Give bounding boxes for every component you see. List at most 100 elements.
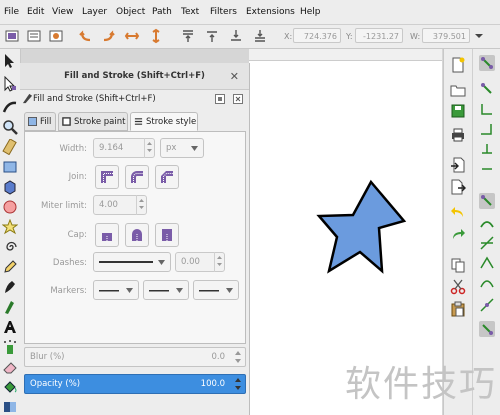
fill-stroke-icon (22, 93, 33, 104)
import-icon[interactable] (450, 157, 466, 173)
chevron-down-icon[interactable] (474, 28, 484, 44)
menu-help[interactable]: Help (300, 7, 321, 17)
width-field[interactable]: 9.164 (93, 138, 155, 158)
lower-to-bottom-icon[interactable] (252, 28, 268, 44)
flip-vertical-icon[interactable] (148, 28, 164, 44)
stroke-paint-icon (62, 117, 71, 126)
snap-cusp-nodes-icon[interactable] (479, 255, 495, 271)
solid-line-preview (99, 261, 153, 263)
spinner-arrows-icon[interactable] (234, 350, 242, 364)
paint-bucket-tool-icon[interactable] (2, 379, 18, 395)
miter-limit-label: Miter limit: (40, 201, 87, 211)
snap-bbox-midpoints-icon[interactable] (479, 141, 495, 157)
menu-extensions[interactable]: Extensions (246, 7, 295, 17)
redo-icon[interactable] (450, 227, 466, 243)
menu-text[interactable]: Text (181, 7, 199, 17)
measure-tool-icon[interactable] (2, 139, 18, 155)
select-all-layers-icon[interactable] (26, 28, 42, 44)
unit-select[interactable]: px (160, 138, 204, 158)
chevron-down-icon (191, 146, 198, 151)
select-all-icon[interactable] (4, 28, 20, 44)
spiral-tool-icon[interactable] (2, 239, 18, 255)
tab-fill[interactable]: Fill (24, 112, 56, 131)
width-spinner[interactable] (144, 138, 154, 158)
open-document-icon[interactable] (450, 82, 466, 98)
rectangle-tool-icon[interactable] (2, 159, 18, 175)
gradient-tool-icon[interactable] (2, 399, 18, 415)
spinner-arrows-icon[interactable] (234, 377, 242, 391)
snap-bbox-corners-icon[interactable] (479, 121, 495, 137)
ellipse-tool-icon[interactable] (2, 199, 18, 215)
rotate-ccw-icon[interactable] (78, 28, 94, 44)
spray-tool-icon[interactable] (2, 339, 18, 355)
calligraphy-tool-icon[interactable] (2, 299, 18, 315)
export-icon[interactable] (450, 179, 466, 195)
dash-pattern-select[interactable] (93, 252, 171, 272)
miter-limit-field[interactable]: 4.00 (93, 195, 147, 215)
3d-box-tool-icon[interactable] (2, 179, 18, 195)
join-round-button[interactable] (125, 165, 149, 189)
cap-round-button[interactable] (125, 223, 149, 247)
paste-icon[interactable] (450, 301, 466, 317)
opacity-slider[interactable]: Opacity (%) 100.0 (24, 374, 246, 394)
zoom-tool-icon[interactable] (2, 119, 18, 135)
close-icon[interactable]: ✕ (230, 70, 239, 83)
undo-icon[interactable] (450, 205, 466, 221)
eraser-tool-icon[interactable] (2, 359, 18, 375)
flip-horizontal-icon[interactable] (124, 28, 140, 44)
snap-intersections-icon[interactable] (479, 235, 495, 251)
text-tool-icon[interactable] (2, 319, 18, 335)
tweak-tool-icon[interactable] (2, 99, 18, 115)
y-field[interactable]: -1231.27 (355, 28, 403, 43)
miter-limit-spinner[interactable] (136, 195, 146, 215)
dash-offset-field[interactable]: 0.00 (175, 252, 225, 272)
raise-to-top-icon[interactable] (180, 28, 196, 44)
menu-file[interactable]: File (4, 7, 19, 17)
cap-square-button[interactable] (155, 223, 179, 247)
tab-stroke-paint[interactable]: Stroke paint (58, 112, 128, 131)
new-document-icon[interactable] (450, 57, 466, 73)
mid-marker-select[interactable] (143, 280, 189, 300)
dock-close-icon[interactable] (233, 94, 243, 104)
iconify-icon[interactable] (215, 94, 225, 104)
start-marker-select[interactable] (93, 280, 139, 300)
menu-layer[interactable]: Layer (82, 7, 107, 17)
blur-slider[interactable]: Blur (%) 0.0 (24, 347, 246, 367)
save-document-icon[interactable] (450, 103, 466, 119)
snap-nodes-icon[interactable] (479, 193, 495, 209)
menu-object[interactable]: Object (116, 7, 145, 17)
pen-tool-icon[interactable] (2, 279, 18, 295)
deselect-icon[interactable] (48, 28, 64, 44)
snap-midpoints-icon[interactable] (479, 297, 495, 313)
selector-tool-icon[interactable] (2, 53, 18, 69)
menu-view[interactable]: View (52, 7, 73, 17)
snap-paths-icon[interactable] (479, 215, 495, 231)
print-icon[interactable] (450, 127, 466, 143)
star-tool-icon[interactable] (2, 219, 18, 235)
menu-filters[interactable]: Filters (210, 7, 237, 17)
menu-edit[interactable]: Edit (27, 7, 44, 17)
snap-bbox-icon[interactable] (479, 81, 495, 97)
pencil-tool-icon[interactable] (2, 259, 18, 275)
rotate-cw-icon[interactable] (100, 28, 116, 44)
raise-icon[interactable] (204, 28, 220, 44)
lower-icon[interactable] (228, 28, 244, 44)
cut-icon[interactable] (450, 279, 466, 295)
end-marker-select[interactable] (193, 280, 239, 300)
snap-toggle-icon[interactable] (479, 55, 495, 71)
snap-page-icon[interactable] (479, 321, 495, 337)
snap-smooth-nodes-icon[interactable] (479, 275, 495, 291)
join-bevel-button[interactable] (155, 165, 179, 189)
snap-bbox-centers-icon[interactable] (479, 161, 495, 177)
w-field[interactable]: 379.501 (422, 28, 470, 43)
snap-bbox-edges-icon[interactable] (479, 101, 495, 117)
join-miter-button[interactable] (95, 165, 119, 189)
x-field[interactable]: 724.376 (293, 28, 341, 43)
tab-stroke-style[interactable]: Stroke style (130, 112, 198, 131)
cap-butt-button[interactable] (95, 223, 119, 247)
dash-offset-spinner[interactable] (214, 252, 224, 272)
markers-label: Markers: (50, 286, 87, 296)
node-tool-icon[interactable] (2, 76, 18, 92)
copy-icon[interactable] (450, 257, 466, 273)
menu-path[interactable]: Path (152, 7, 172, 17)
